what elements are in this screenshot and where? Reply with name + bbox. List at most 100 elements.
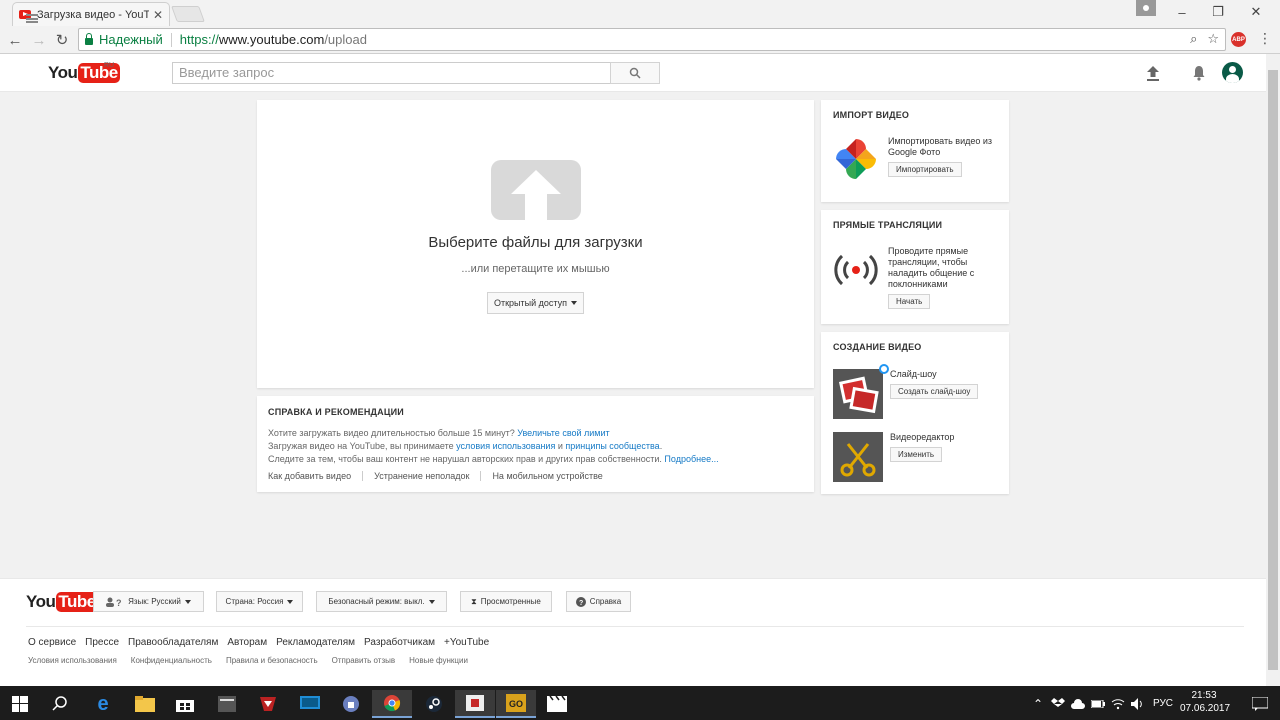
safety-mode-selector[interactable]: Безопасный режим: выкл. xyxy=(316,591,447,612)
how-to-upload-link[interactable]: Как добавить видео xyxy=(268,471,362,481)
bookmark-star-icon[interactable]: ☆ xyxy=(1207,31,1219,47)
terms-link[interactable]: условия использования xyxy=(456,441,555,451)
language-selector[interactable]: ? Язык: Русский xyxy=(93,591,204,612)
country-label: Страна: Россия xyxy=(225,597,284,606)
guide-menu-icon[interactable] xyxy=(26,14,38,23)
file-explorer-icon[interactable] xyxy=(125,690,165,718)
keyboard-language[interactable]: РУС xyxy=(1153,698,1173,709)
slideshow-label: Слайд-шоу xyxy=(890,369,937,379)
app-window-icon[interactable] xyxy=(207,690,247,718)
new-tab-button[interactable] xyxy=(171,6,205,22)
slideshow-icon[interactable] xyxy=(833,369,883,419)
country-selector[interactable]: Страна: Россия xyxy=(216,591,303,612)
footer-link-new-features[interactable]: Новые функции xyxy=(409,656,468,665)
footer-link-about[interactable]: О сервисе xyxy=(28,637,76,648)
url-host: www.youtube.com xyxy=(218,32,325,47)
learn-more-link[interactable]: Подробнее... xyxy=(664,454,718,464)
help-line-terms: Загружая видео на YouTube, вы принимаете… xyxy=(268,441,663,451)
tray-volume-icon[interactable] xyxy=(1128,690,1148,718)
tray-expand-icon[interactable]: ⌃ xyxy=(1028,690,1048,718)
restore-icon[interactable]: ❐ xyxy=(1198,0,1238,24)
footer-link-feedback[interactable]: Отправить отзыв xyxy=(332,656,396,665)
tab-title: Загрузка видео - YouTube xyxy=(37,8,149,21)
increase-limit-link[interactable]: Увеличьте свой лимит xyxy=(517,428,609,438)
footer-link-advertise[interactable]: Рекламодателям xyxy=(276,637,355,648)
help-card: СПРАВКА И РЕКОМЕНДАЦИИ Хотите загружать … xyxy=(257,396,814,492)
steam-icon[interactable] xyxy=(414,690,454,718)
footer-link-creators[interactable]: Авторам xyxy=(227,637,267,648)
footer-youtube-logo[interactable]: You Tube xyxy=(26,592,98,612)
chrome-browser-icon[interactable] xyxy=(372,690,412,718)
taskbar-clock[interactable]: 21:53 07.06.2017 xyxy=(1180,689,1230,715)
url-path: /upload xyxy=(324,32,367,47)
footer-link-policy-safety[interactable]: Правила и безопасность xyxy=(226,656,318,665)
create-slideshow-button[interactable]: Создать слайд-шоу xyxy=(890,384,979,399)
tray-dropbox-icon[interactable] xyxy=(1048,690,1068,718)
help-line3-text: Следите за тем, чтобы ваш контент не нар… xyxy=(268,454,662,464)
help-line2-and: и xyxy=(557,441,563,451)
address-separator xyxy=(170,32,172,47)
tray-cloud-icon[interactable] xyxy=(1068,690,1088,718)
footer-link-terms[interactable]: Условия использования xyxy=(28,656,117,665)
clock-time: 21:53 xyxy=(1191,690,1217,701)
zoom-icon[interactable]: ⌕ xyxy=(1190,31,1197,47)
privacy-dropdown[interactable]: Открытый доступ xyxy=(487,292,584,314)
upload-title[interactable]: Выберите файлы для загрузки xyxy=(257,234,814,251)
mobile-upload-link[interactable]: На мобильном устройстве xyxy=(480,471,613,481)
screen-app-icon[interactable] xyxy=(290,690,330,718)
help-question-icon: ? xyxy=(575,596,586,607)
chevron-down-icon xyxy=(571,301,577,305)
back-arrow-icon[interactable]: ← xyxy=(5,30,25,50)
import-button[interactable]: Импортировать xyxy=(888,162,962,177)
video-editor-scissors-icon[interactable] xyxy=(833,432,883,482)
footer-logo-tube-text: Tube xyxy=(56,592,98,612)
footer-link-privacy[interactable]: Конфиденциальность xyxy=(131,656,212,665)
account-avatar[interactable] xyxy=(1222,62,1243,83)
notifications-bell-icon[interactable] xyxy=(1191,64,1207,82)
create-video-card: СОЗДАНИЕ ВИДЕО Слайд-шоу Создать слайд-ш… xyxy=(821,332,1009,494)
footer-link-copyright[interactable]: Правообладателям xyxy=(128,637,218,648)
window-close-icon[interactable]: ✕ xyxy=(1236,0,1276,24)
help-button[interactable]: ? Справка xyxy=(566,591,631,612)
forward-arrow-icon[interactable]: → xyxy=(29,30,49,50)
adblock-extension-icon[interactable]: ABP xyxy=(1231,32,1246,47)
store-icon[interactable] xyxy=(165,690,205,718)
video-editor-app-icon[interactable] xyxy=(537,690,577,718)
community-guidelines-link[interactable]: принципы сообщества xyxy=(565,441,659,451)
upload-icon[interactable] xyxy=(1145,64,1161,82)
tray-battery-icon[interactable] xyxy=(1088,690,1108,718)
upload-arrow-icon[interactable] xyxy=(491,160,581,220)
vpn-app-icon[interactable] xyxy=(331,690,371,718)
tab-close-icon[interactable]: ✕ xyxy=(153,8,163,22)
tray-wifi-icon[interactable] xyxy=(1108,690,1128,718)
start-live-button[interactable]: Начать xyxy=(888,294,931,309)
browser-profile-icon[interactable] xyxy=(1136,0,1156,16)
address-bar[interactable]: Надежный https:// www.youtube.com /uploa… xyxy=(78,28,1226,51)
footer-link-plus-youtube[interactable]: +YouTube xyxy=(444,637,489,648)
windows-start-icon[interactable] xyxy=(0,690,40,718)
game-app-icon[interactable] xyxy=(248,690,288,718)
edit-video-button[interactable]: Изменить xyxy=(890,447,943,462)
safety-mode-label: Безопасный режим: выкл. xyxy=(328,597,425,606)
browser-menu-icon[interactable]: ⋮ xyxy=(1258,30,1272,47)
edge-browser-icon[interactable]: e xyxy=(83,690,123,718)
footer-link-developers[interactable]: Разработчикам xyxy=(364,637,435,648)
live-title: ПРЯМЫЕ ТРАНСЛЯЦИИ xyxy=(833,220,943,230)
media-app-icon[interactable] xyxy=(455,690,495,718)
action-center-icon[interactable] xyxy=(1240,690,1280,718)
history-button[interactable]: ⧗ Просмотренные xyxy=(460,591,552,612)
footer-link-press[interactable]: Прессе xyxy=(85,637,119,648)
minimize-icon[interactable]: – xyxy=(1162,0,1202,24)
taskbar-search-icon[interactable] xyxy=(40,690,80,718)
search-button[interactable] xyxy=(610,62,660,84)
live-broadcast-icon xyxy=(834,254,878,286)
help-line-copyright: Следите за тем, чтобы ваш контент не нар… xyxy=(268,453,803,466)
troubleshooting-link[interactable]: Устранение неполадок xyxy=(362,471,480,481)
reload-icon[interactable]: ↻ xyxy=(52,30,72,50)
page-scrollbar-thumb[interactable] xyxy=(1268,70,1278,670)
upload-dropzone[interactable]: Выберите файлы для загрузки ...или перет… xyxy=(257,100,814,388)
lock-icon xyxy=(85,33,93,45)
search-input[interactable]: Введите запрос xyxy=(172,62,611,84)
footer-divider xyxy=(26,626,1244,627)
csgo-app-icon[interactable]: GO xyxy=(496,690,536,718)
